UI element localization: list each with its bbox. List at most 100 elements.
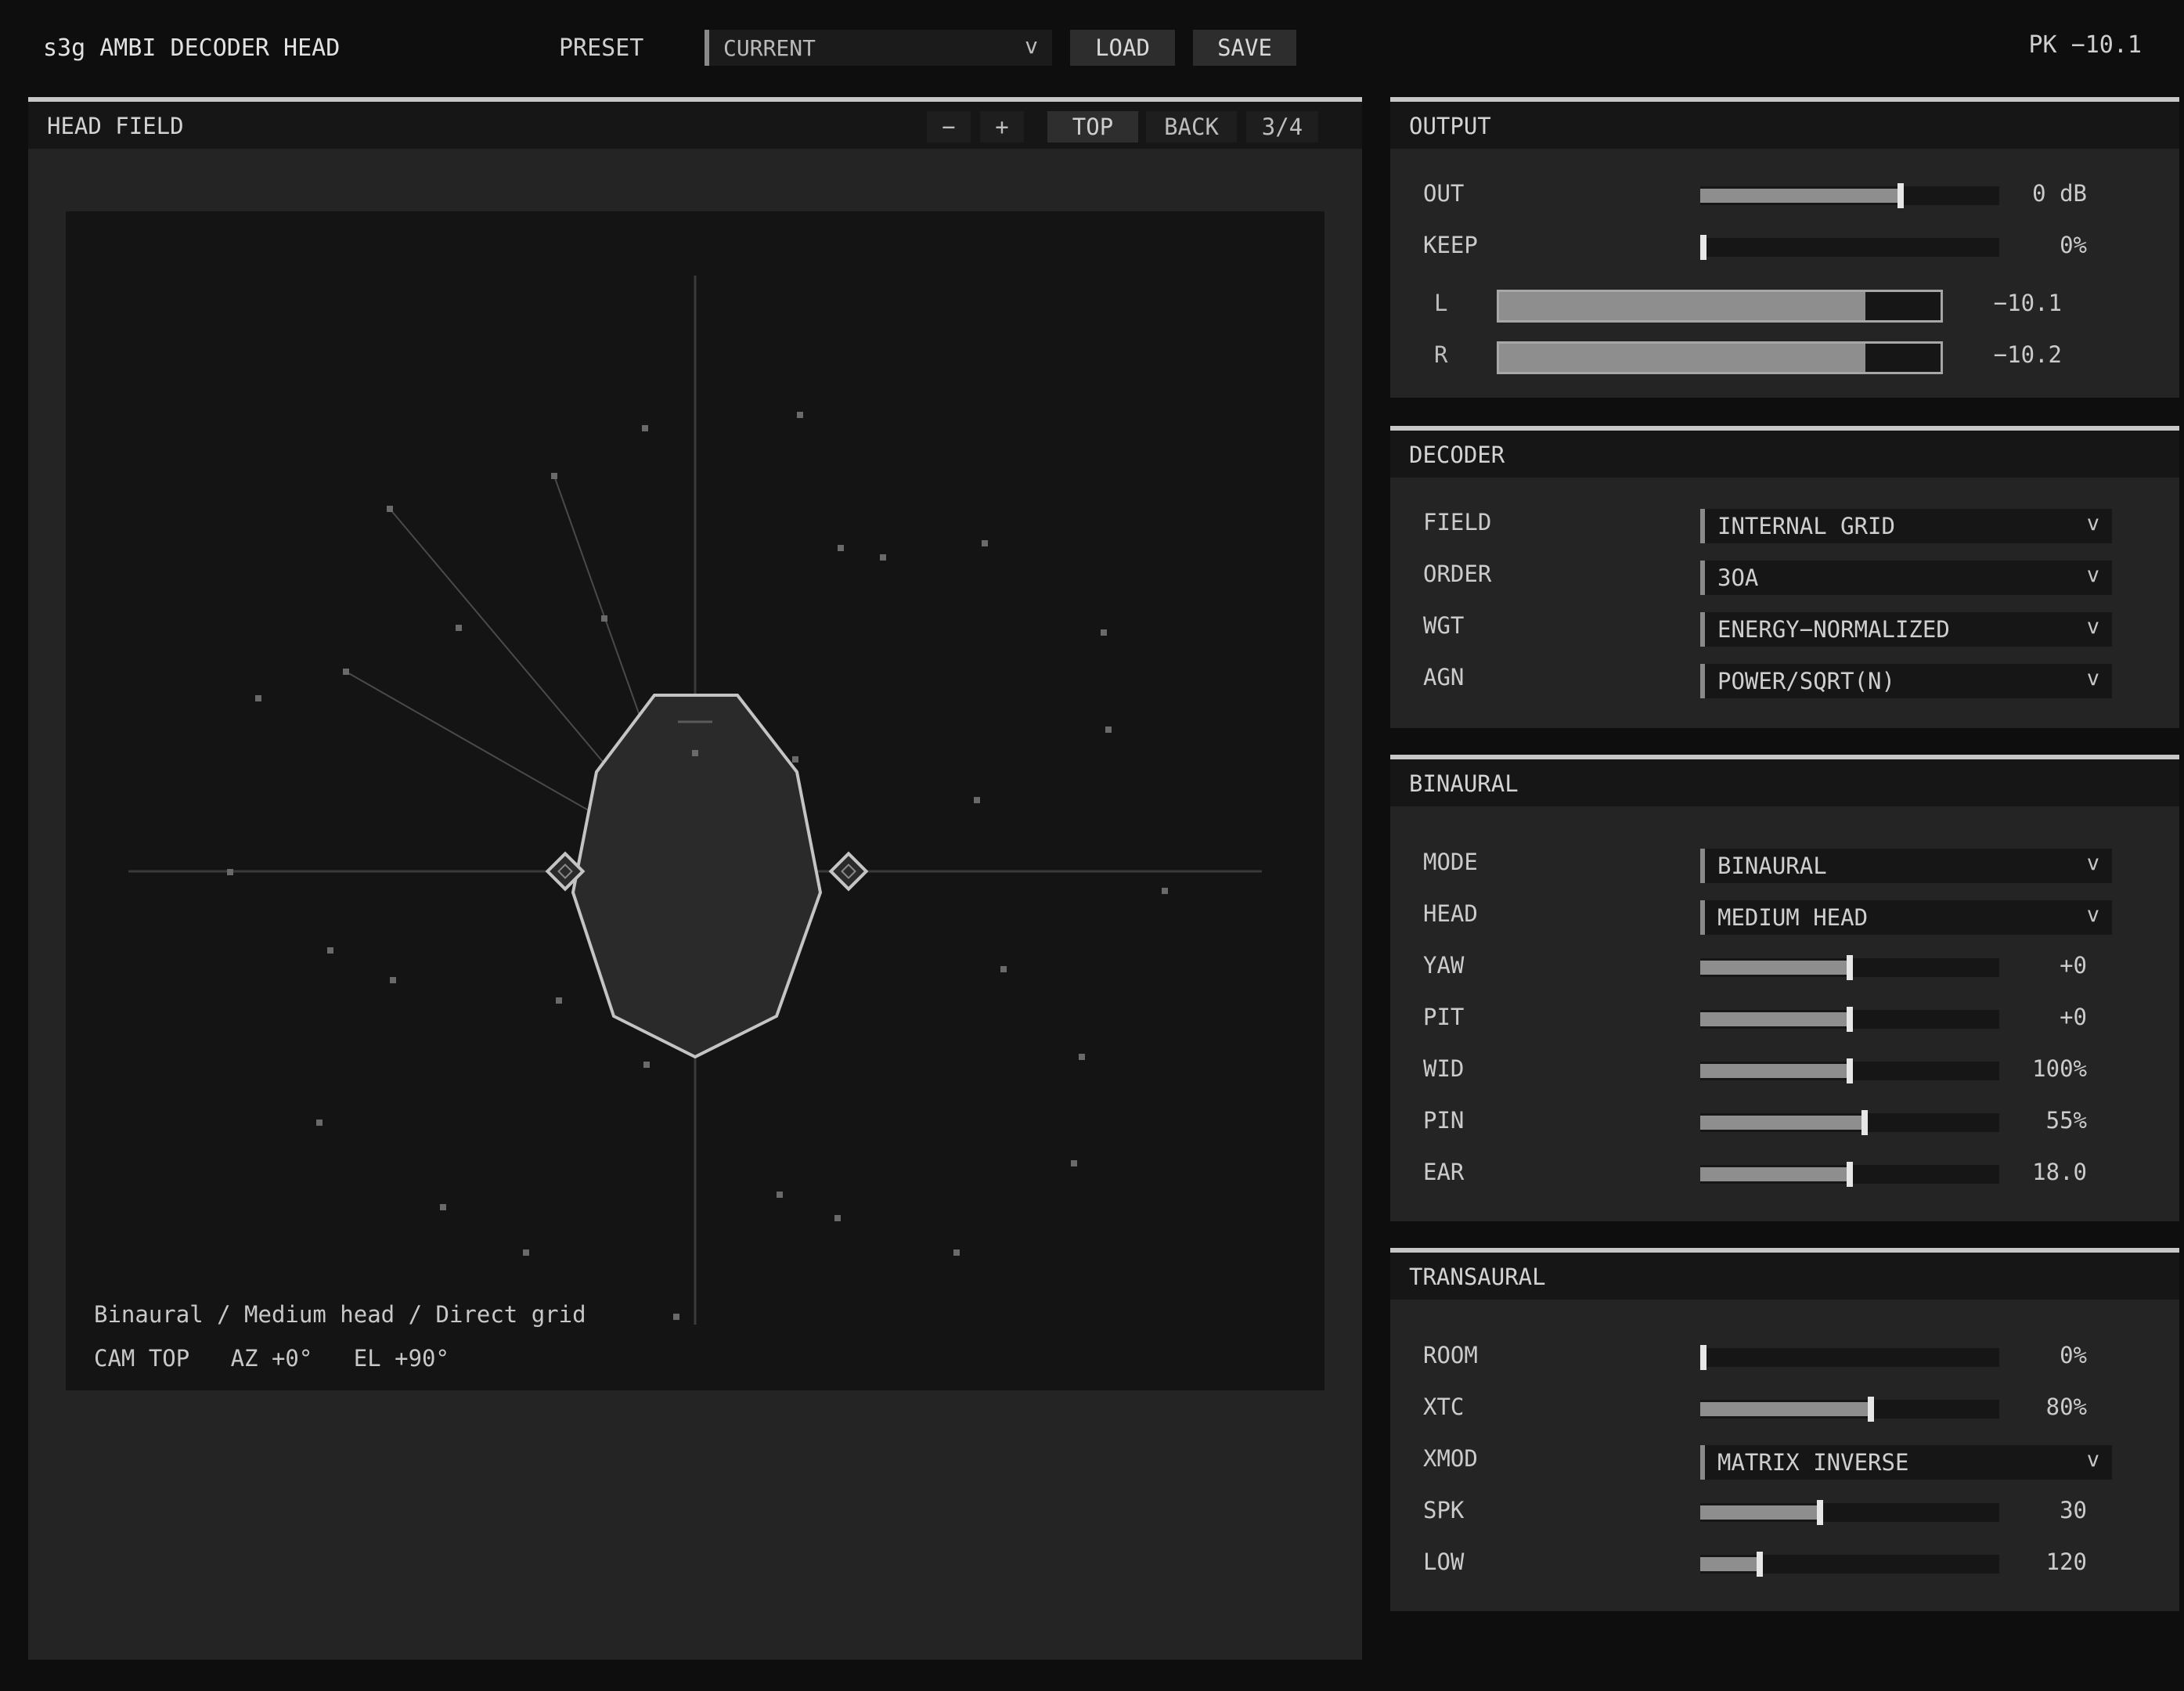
slider-fill xyxy=(1700,1012,1850,1026)
grid-point xyxy=(327,947,333,954)
slider-fill xyxy=(1700,1167,1850,1181)
pin-slider[interactable] xyxy=(1700,1110,1999,1135)
panel-header: OUTPUT xyxy=(1390,102,2179,149)
save-button[interactable]: SAVE xyxy=(1193,30,1296,66)
grid-point xyxy=(523,1249,529,1256)
xtc-value: 80% xyxy=(2045,1394,2087,1420)
slider-knob[interactable] xyxy=(1847,955,1853,980)
low-value: 120 xyxy=(2045,1549,2087,1575)
out-slider[interactable] xyxy=(1700,183,1999,208)
grid-point xyxy=(834,1215,841,1221)
out-label: OUT xyxy=(1423,180,1465,207)
view-top-button[interactable]: TOP xyxy=(1047,111,1138,142)
grid-point xyxy=(316,1120,323,1126)
mode-value: BINAURAL xyxy=(1717,853,1827,879)
wid-label: WID xyxy=(1423,1055,1465,1082)
pit-label: PIT xyxy=(1423,1004,1465,1030)
chevron-down-icon: v xyxy=(2086,1448,2099,1472)
pit-slider[interactable] xyxy=(1700,1007,1999,1032)
xmod-row: XMOD MATRIX INVERSE v xyxy=(1390,1439,2179,1480)
camera-readout: CAM TOP AZ +0° EL +90° xyxy=(94,1345,449,1372)
ear-label: EAR xyxy=(1423,1159,1465,1185)
head-field-viewport[interactable]: Binaural / Medium head / Direct grid CAM… xyxy=(66,211,1324,1390)
keep-row: KEEP 0% xyxy=(1390,225,2179,265)
slider-fill xyxy=(1700,961,1850,975)
keep-slider[interactable] xyxy=(1700,235,1999,260)
wgt-select[interactable]: ENERGY−NORMALIZED v xyxy=(1700,612,2112,647)
transaural-panel: TRANSAURAL ROOM 0% XTC 80% XMOD MATRIX I… xyxy=(1390,1248,2179,1611)
spk-label: SPK xyxy=(1423,1497,1465,1523)
zoom-out-button[interactable]: − xyxy=(927,111,971,142)
room-slider[interactable] xyxy=(1700,1345,1999,1370)
chevron-down-icon: v xyxy=(2086,615,2099,639)
grid-point xyxy=(556,997,562,1004)
meter-right-label: R xyxy=(1434,341,1448,368)
yaw-slider[interactable] xyxy=(1700,955,1999,980)
load-button[interactable]: LOAD xyxy=(1070,30,1175,66)
meter-left-row: L −10.1 xyxy=(1390,285,2179,323)
spk-slider[interactable] xyxy=(1700,1500,1999,1525)
grid-point xyxy=(390,977,396,983)
meter-left-label: L xyxy=(1434,290,1448,316)
low-label: LOW xyxy=(1423,1549,1465,1575)
room-row: ROOM 0% xyxy=(1390,1336,2179,1375)
slider-knob[interactable] xyxy=(1757,1552,1764,1577)
mode-label: MODE xyxy=(1423,849,1478,875)
panel-title: HEAD FIELD xyxy=(47,113,184,139)
slider-knob[interactable] xyxy=(1847,1162,1853,1187)
meter-right-row: R −10.2 xyxy=(1390,337,2179,374)
slider-knob[interactable] xyxy=(1897,183,1904,208)
head-label: HEAD xyxy=(1423,900,1478,927)
head-field-scene xyxy=(128,276,1262,1325)
slider-knob[interactable] xyxy=(1861,1110,1869,1135)
panel-header: DECODER xyxy=(1390,431,2179,478)
order-select[interactable]: 3OA v xyxy=(1700,561,2112,595)
agn-select[interactable]: POWER/SQRT(N) v xyxy=(1700,664,2112,698)
right-ear-handle[interactable] xyxy=(828,851,869,892)
grid-point xyxy=(1105,727,1112,733)
view-page-indicator[interactable]: 3/4 xyxy=(1246,111,1318,142)
xtc-slider[interactable] xyxy=(1700,1397,1999,1422)
zoom-in-button[interactable]: + xyxy=(980,111,1024,142)
meter-left-value: −10.1 xyxy=(1993,290,2062,316)
field-select[interactable]: INTERNAL GRID v xyxy=(1700,509,2112,543)
panel-header: HEAD FIELD − + TOP BACK 3/4 xyxy=(28,102,1362,149)
slider-fill xyxy=(1700,1505,1820,1520)
app-title: s3g AMBI DECODER HEAD xyxy=(43,34,341,62)
out-value: 0 dB xyxy=(2032,180,2087,207)
grid-point xyxy=(456,625,462,631)
slider-knob[interactable] xyxy=(1700,1345,1706,1370)
grid-point xyxy=(792,756,798,763)
slider-knob[interactable] xyxy=(1816,1500,1823,1525)
pit-value: +0 xyxy=(2060,1004,2087,1030)
preset-select[interactable]: CURRENT v xyxy=(705,30,1052,66)
field-row: FIELD INTERNAL GRID v xyxy=(1390,503,2179,543)
meter-right xyxy=(1497,341,1943,374)
ear-slider[interactable] xyxy=(1700,1162,1999,1187)
chevron-down-icon: v xyxy=(1025,33,1038,59)
slider-knob[interactable] xyxy=(1847,1007,1853,1032)
xtc-row: XTC 80% xyxy=(1390,1387,2179,1426)
slider-knob[interactable] xyxy=(1700,235,1706,260)
chevron-down-icon: v xyxy=(2086,511,2099,535)
low-slider[interactable] xyxy=(1700,1552,1999,1577)
grid-point xyxy=(255,695,261,701)
slider-knob[interactable] xyxy=(1847,1058,1853,1083)
slider-knob[interactable] xyxy=(1867,1397,1874,1422)
head-select[interactable]: MEDIUM HEAD v xyxy=(1700,900,2112,935)
xmod-select[interactable]: MATRIX INVERSE v xyxy=(1700,1445,2112,1480)
grid-point xyxy=(643,1062,650,1068)
grid-point xyxy=(1079,1054,1085,1060)
grid-point xyxy=(777,1192,783,1198)
low-row: LOW 120 xyxy=(1390,1542,2179,1581)
peak-readout: PK −10.1 xyxy=(2028,31,2143,59)
view-back-button[interactable]: BACK xyxy=(1146,111,1237,142)
grid-point xyxy=(343,669,349,675)
wid-slider[interactable] xyxy=(1700,1058,1999,1083)
meter-fill xyxy=(1499,344,1866,372)
agn-value: POWER/SQRT(N) xyxy=(1717,668,1895,694)
mode-select[interactable]: BINAURAL v xyxy=(1700,849,2112,883)
pit-row: PIT +0 xyxy=(1390,997,2179,1037)
binaural-panel: BINAURAL MODE BINAURAL v HEAD MEDIUM HEA… xyxy=(1390,755,2179,1221)
meter-left xyxy=(1497,290,1943,323)
